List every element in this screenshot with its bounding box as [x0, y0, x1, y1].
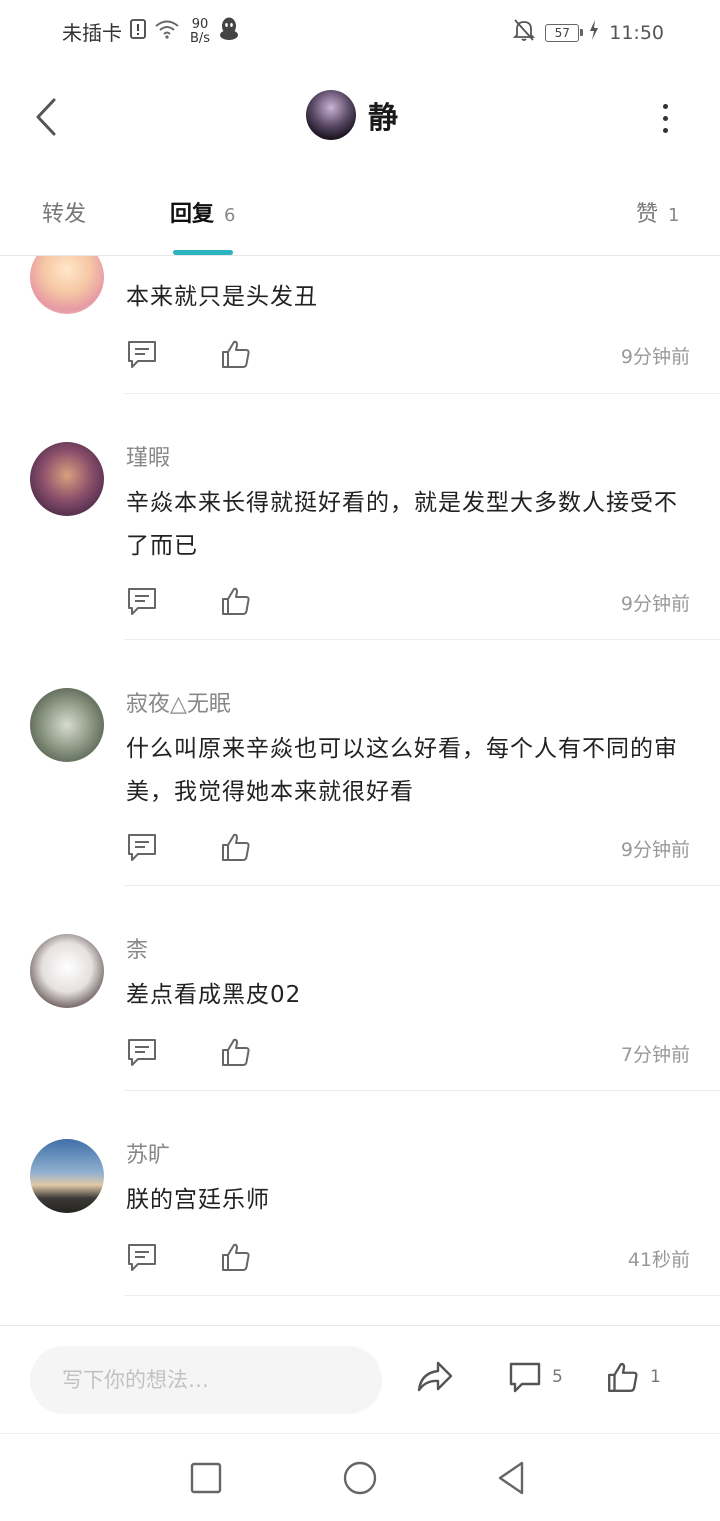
- like-icon[interactable]: [220, 585, 252, 617]
- comment-username[interactable]: 苏旷: [126, 1137, 170, 1169]
- chevron-left-icon: [36, 98, 56, 136]
- comment-item: 瑾暇 辛焱本来长得就挺好看的，就是发型大多数人接受不了而已 9分钟前: [0, 394, 720, 640]
- status-bar: 未插卡 90 B/s 57 11:50: [0, 0, 720, 60]
- reply-icon[interactable]: [126, 338, 158, 370]
- page-title: 静: [368, 101, 398, 136]
- tab-count: 6: [224, 205, 236, 226]
- tab-replies[interactable]: 回复 6: [170, 196, 235, 228]
- avatar[interactable]: [30, 934, 104, 1008]
- tab-label: 回复: [170, 202, 215, 227]
- comment-actions: 9分钟前: [126, 831, 690, 865]
- like-icon[interactable]: [220, 831, 252, 863]
- avatar[interactable]: [306, 90, 356, 140]
- like-icon[interactable]: [220, 338, 252, 370]
- comment-icon: [509, 1362, 541, 1393]
- comment-username[interactable]: 柰: [126, 932, 148, 964]
- tab-likes[interactable]: 赞 1: [636, 196, 679, 228]
- comment-list: 本来就只是头发丑 9分钟前 瑾暇 辛焱本来长得就挺好看的，就是发型大多数人接受不…: [0, 256, 720, 1324]
- comment-actions: 9分钟前: [126, 585, 690, 619]
- net-speed-value: 90: [191, 16, 209, 32]
- active-tab-indicator: [173, 250, 233, 255]
- avatar[interactable]: [30, 688, 104, 762]
- comment-time: 7分钟前: [620, 1044, 690, 1066]
- qq-icon: [218, 16, 240, 47]
- comment-time: 41秒前: [627, 1249, 690, 1271]
- comment-time: 9分钟前: [620, 346, 690, 368]
- header: 静: [0, 60, 720, 172]
- comment-text: 朕的宫廷乐师: [126, 1187, 270, 1213]
- comment-text: 本来就只是头发丑: [126, 284, 318, 310]
- comment-text: 差点看成黑皮02: [126, 982, 302, 1008]
- avatar[interactable]: [30, 1139, 104, 1213]
- more-options-button[interactable]: [650, 96, 680, 140]
- reply-icon[interactable]: [126, 831, 158, 863]
- net-speed-unit: B/s: [190, 30, 211, 46]
- clock: 11:50: [609, 21, 664, 44]
- charging-icon: [589, 20, 599, 45]
- comment-actions: 41秒前: [126, 1241, 690, 1275]
- tab-forward[interactable]: 转发: [42, 196, 86, 228]
- reply-icon[interactable]: [126, 1241, 158, 1273]
- share-icon: [417, 1361, 453, 1392]
- comment-text: 辛焱本来长得就挺好看的，就是发型大多数人接受不了而已: [126, 490, 678, 559]
- avatar[interactable]: [30, 256, 104, 314]
- home-icon[interactable]: [340, 1458, 380, 1498]
- comment-actions: 7分钟前: [126, 1036, 690, 1070]
- dot-icon: [662, 115, 668, 121]
- avatar[interactable]: [30, 442, 104, 516]
- header-user[interactable]: 静: [306, 90, 398, 140]
- like-button[interactable]: 1: [606, 1360, 661, 1394]
- comment-text: 什么叫原来辛焱也可以这么好看，每个人有不同的审美，我觉得她本来就很好看: [126, 736, 678, 805]
- sim-status: 未插卡: [62, 21, 122, 45]
- system-navigation-bar: [0, 1433, 720, 1521]
- sim-alert-icon: [130, 19, 146, 44]
- comment-item: 柰 差点看成黑皮02 7分钟前: [0, 886, 720, 1091]
- mute-bell-icon: [513, 18, 536, 47]
- comment-username[interactable]: 寂夜△无眠: [126, 686, 231, 718]
- bottom-action-bar: 5 1: [0, 1325, 720, 1434]
- dot-icon: [662, 127, 668, 133]
- comment-item: 本来就只是头发丑 9分钟前: [0, 256, 720, 394]
- back-button[interactable]: [24, 90, 68, 144]
- tab-bar: 转发 回复 6 赞 1: [0, 172, 720, 256]
- battery-indicator: 57: [545, 23, 584, 42]
- comment-actions: 9分钟前: [126, 338, 690, 372]
- comment-time: 9分钟前: [620, 839, 690, 861]
- net-speed: 90 B/s: [190, 16, 211, 46]
- status-left: 未插卡 90 B/s: [62, 16, 240, 47]
- recent-apps-icon[interactable]: [186, 1458, 226, 1498]
- share-button[interactable]: [416, 1360, 454, 1394]
- comments-button[interactable]: 5: [508, 1360, 563, 1394]
- comment-input[interactable]: [30, 1346, 382, 1414]
- comment-time: 9分钟前: [620, 593, 690, 615]
- tab-label: 转发: [42, 202, 87, 227]
- comment-item: 苏旷 朕的宫廷乐师 41秒前: [0, 1091, 720, 1296]
- comment-item: 寂夜△无眠 什么叫原来辛焱也可以这么好看，每个人有不同的审美，我觉得她本来就很好…: [0, 640, 720, 886]
- comment-count: 5: [552, 1367, 563, 1387]
- reply-icon[interactable]: [126, 1036, 158, 1068]
- tab-label: 赞: [636, 202, 659, 227]
- dot-icon: [662, 103, 668, 109]
- reply-icon[interactable]: [126, 585, 158, 617]
- wifi-icon: [154, 19, 180, 44]
- like-icon[interactable]: [220, 1241, 252, 1273]
- back-triangle-icon[interactable]: [492, 1458, 532, 1498]
- comment-username[interactable]: 瑾暇: [126, 440, 170, 472]
- status-right: 57 11:50: [513, 18, 664, 47]
- tab-count: 1: [668, 205, 680, 226]
- thumbs-up-icon: [608, 1362, 638, 1392]
- divider: [124, 1295, 720, 1296]
- like-icon[interactable]: [220, 1036, 252, 1068]
- like-count: 1: [650, 1367, 661, 1387]
